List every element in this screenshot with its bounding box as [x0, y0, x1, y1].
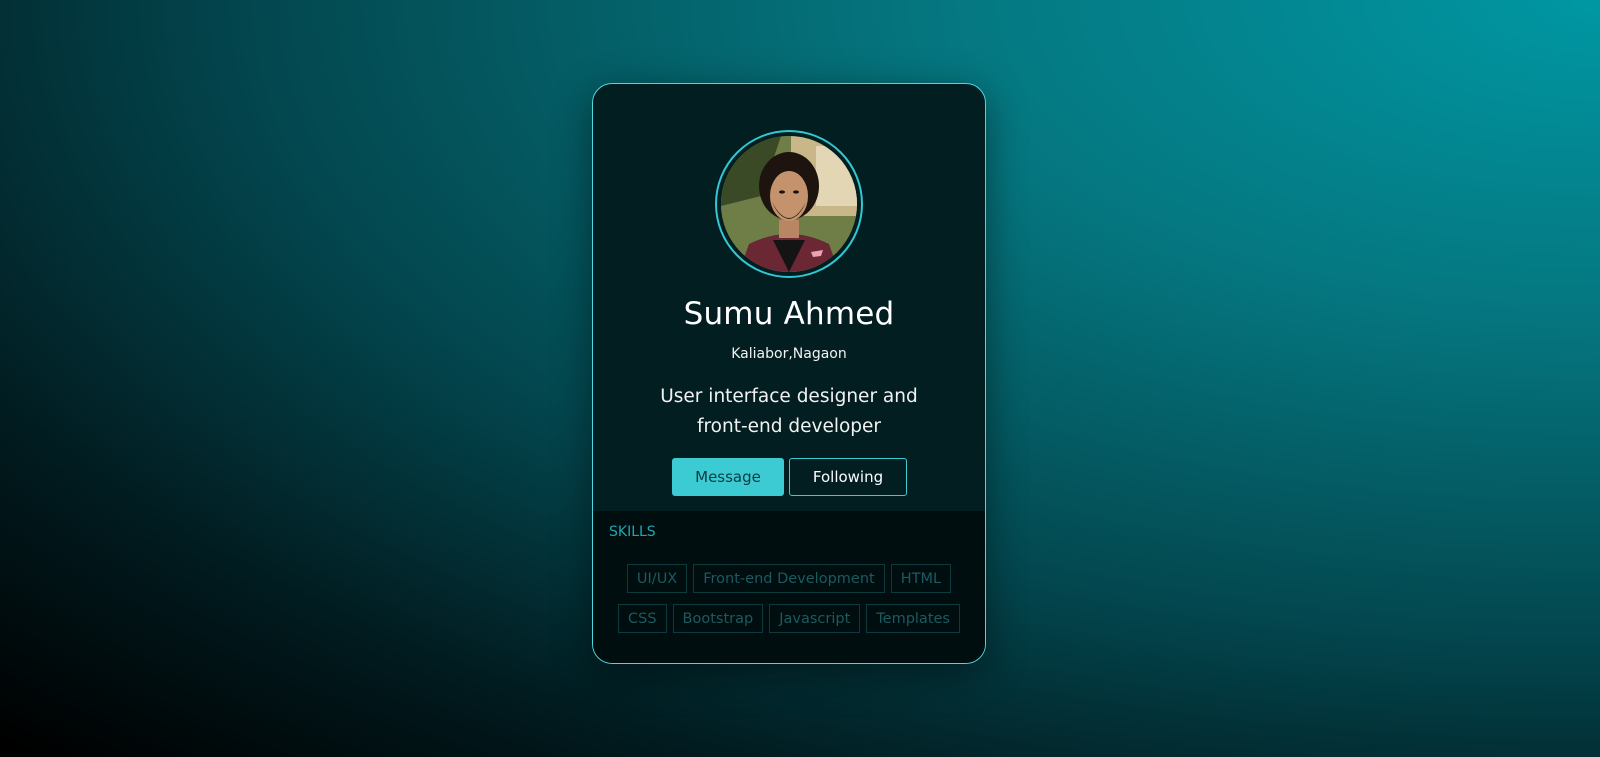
profile-name: Sumu Ahmed — [683, 296, 895, 332]
skill-tag: HTML — [890, 564, 952, 593]
following-button[interactable]: Following — [789, 458, 907, 496]
bio-line: front-end developer — [696, 416, 882, 437]
avatar-ring — [715, 130, 863, 278]
skill-tag: CSS — [618, 604, 667, 633]
skills-tag-row: CSS Bootstrap Javascript Templates — [593, 604, 985, 633]
profile-location: Kaliabor,Nagaon — [731, 346, 847, 362]
bio-line: User interface designer and — [660, 386, 918, 407]
skills-tag-row: UI/UX Front-end Development HTML — [593, 564, 985, 593]
skill-tag: Templates — [866, 604, 960, 633]
skills-heading: SKILLS — [609, 524, 656, 540]
skill-tag: Javascript — [769, 604, 861, 633]
profile-bio: User interface designer and front-end de… — [593, 382, 985, 442]
avatar-photo — [721, 136, 857, 272]
message-button[interactable]: Message — [672, 458, 784, 496]
skill-tag: UI/UX — [626, 564, 688, 593]
profile-card: Sumu Ahmed Kaliabor,Nagaon User interfac… — [592, 83, 986, 664]
skill-tag: Front-end Development — [693, 564, 885, 593]
skills-section: SKILLS UI/UX Front-end Development HTML … — [593, 511, 985, 663]
skill-tag: Bootstrap — [672, 604, 764, 633]
avatar — [721, 136, 857, 272]
